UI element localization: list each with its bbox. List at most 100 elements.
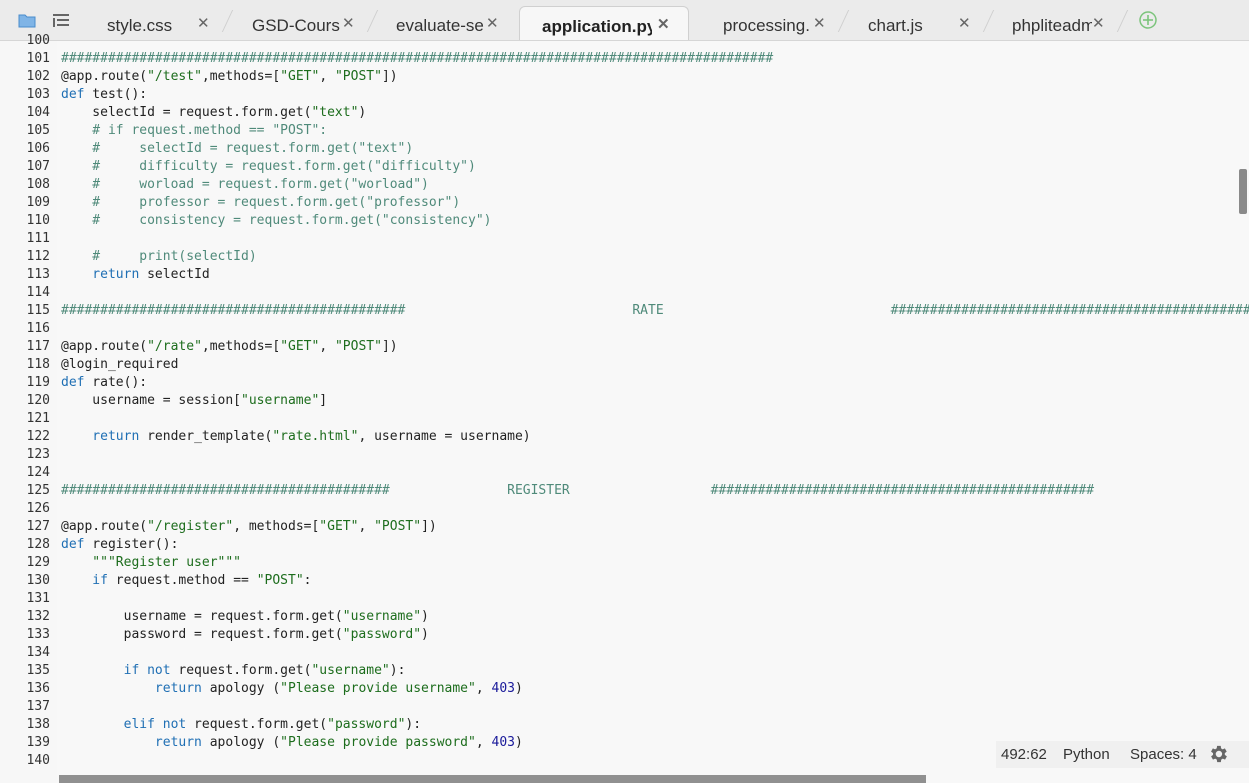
line-number: 104	[26, 105, 50, 120]
code-token: "text"	[311, 105, 359, 120]
line-number: 127	[26, 519, 50, 534]
vertical-scrollbar[interactable]	[1239, 169, 1247, 214]
code-line[interactable]	[61, 32, 1249, 50]
code-line[interactable]	[61, 464, 1249, 482]
code-line[interactable]	[61, 590, 1249, 608]
code-line[interactable]	[61, 284, 1249, 302]
code-token: request.method ==	[107, 573, 257, 588]
line-number: 102	[26, 69, 50, 84]
code-line[interactable]: @login_required	[61, 356, 1249, 374]
code-token: 403	[491, 681, 515, 696]
line-number: 132	[26, 609, 50, 624]
code-line[interactable]: if request.method == "POST":	[61, 572, 1249, 590]
code-token: (	[139, 69, 148, 84]
code-line[interactable]: return apology ("Please provide username…	[61, 680, 1249, 698]
code-token: ########################################…	[61, 303, 1249, 318]
line-number: 105	[26, 123, 50, 138]
line-number: 116	[26, 321, 50, 336]
line-number: 130	[26, 573, 50, 588]
code-token: ########################################…	[61, 51, 774, 66]
code-line[interactable]	[61, 230, 1249, 248]
line-number: 128	[26, 537, 50, 552]
code-line[interactable]: def test():	[61, 86, 1249, 104]
code-token: ])	[381, 69, 398, 84]
code-token: username = request.form.get(	[61, 609, 343, 624]
line-number: 103	[26, 87, 50, 102]
code-line[interactable]	[61, 446, 1249, 464]
code-line[interactable]: # professor = request.form.get("professo…	[61, 194, 1249, 212]
add-tab-icon[interactable]	[1139, 11, 1157, 29]
code-line[interactable]: # worload = request.form.get("worload")	[61, 176, 1249, 194]
line-number: 138	[26, 717, 50, 732]
code-token: "username"	[342, 609, 422, 624]
code-line[interactable]	[61, 644, 1249, 662]
line-number: 135	[26, 663, 50, 678]
line-number: 120	[26, 393, 50, 408]
code-line[interactable]: # consistency = request.form.get("consis…	[61, 212, 1249, 230]
code-line[interactable]: # print(selectId)	[61, 248, 1249, 266]
line-number: 112	[26, 249, 50, 264]
code-line[interactable]	[61, 320, 1249, 338]
close-icon[interactable]: ✕	[813, 14, 826, 32]
close-icon[interactable]: ✕	[486, 14, 499, 32]
code-line[interactable]: ########################################…	[61, 50, 1249, 68]
code-token: "rate.html"	[272, 429, 359, 444]
code-token: return	[61, 429, 140, 444]
code-line[interactable]	[61, 410, 1249, 428]
gear-icon[interactable]	[1207, 743, 1229, 765]
code-token: # worload = request.form.get("worload")	[61, 177, 429, 192]
code-line[interactable]: return render_template("rate.html", user…	[61, 428, 1249, 446]
code-token: ):	[405, 717, 422, 732]
code-token: ])	[381, 339, 398, 354]
code-editor[interactable]: ########################################…	[57, 41, 1249, 783]
code-token: elif not	[61, 717, 187, 732]
line-number: 122	[26, 429, 50, 444]
code-line[interactable]	[61, 698, 1249, 716]
close-icon[interactable]: ✕	[197, 14, 210, 32]
code-line[interactable]: @app.route("/register", methods=["GET", …	[61, 518, 1249, 536]
code-token: )	[421, 609, 429, 624]
code-token: ,	[319, 339, 335, 354]
folder-icon[interactable]	[18, 12, 36, 28]
code-token: "GET"	[319, 519, 359, 534]
code-line[interactable]: elif not request.form.get("password"):	[61, 716, 1249, 734]
code-line[interactable]: return selectId	[61, 266, 1249, 284]
close-icon[interactable]: ✕	[342, 14, 355, 32]
code-line[interactable]: def register():	[61, 536, 1249, 554]
code-token: "password"	[327, 717, 406, 732]
code-line[interactable]: # if request.method == "POST":	[61, 122, 1249, 140]
file-list-icon[interactable]	[52, 12, 70, 28]
code-token: ########################################…	[61, 483, 1095, 498]
cursor-position[interactable]: 492:62	[1001, 746, 1047, 763]
line-number: 125	[26, 483, 50, 498]
code-line[interactable]: def rate():	[61, 374, 1249, 392]
code-line[interactable]: username = session["username"]	[61, 392, 1249, 410]
code-token: ])	[421, 519, 437, 534]
code-line[interactable]: # selectId = request.form.get("text")	[61, 140, 1249, 158]
code-line[interactable]: if not request.form.get("username"):	[61, 662, 1249, 680]
code-line[interactable]: selectId = request.form.get("text")	[61, 104, 1249, 122]
code-token: password = request.form.get(	[61, 627, 343, 642]
code-line[interactable]: @app.route("/test",methods=["GET", "POST…	[61, 68, 1249, 86]
code-line[interactable]: """Register user"""	[61, 554, 1249, 572]
code-token: ,	[475, 735, 492, 750]
code-token: ]	[319, 393, 328, 408]
code-line[interactable]: password = request.form.get("password")	[61, 626, 1249, 644]
indentation-setting[interactable]: Spaces: 4	[1130, 746, 1197, 763]
close-icon[interactable]: ✕	[1092, 14, 1105, 32]
language-mode[interactable]: Python	[1063, 746, 1110, 763]
code-line[interactable]: ########################################…	[61, 302, 1249, 320]
line-number: 108	[26, 177, 50, 192]
close-icon[interactable]: ✕	[657, 15, 670, 33]
code-line[interactable]: ########################################…	[61, 482, 1249, 500]
code-line[interactable]: username = request.form.get("username")	[61, 608, 1249, 626]
code-line[interactable]	[61, 500, 1249, 518]
code-line[interactable]: # difficulty = request.form.get("difficu…	[61, 158, 1249, 176]
line-number: 126	[26, 501, 50, 516]
horizontal-scrollbar[interactable]	[59, 775, 926, 783]
close-icon[interactable]: ✕	[958, 14, 971, 32]
line-number: 137	[26, 699, 50, 714]
code-token: )	[514, 681, 523, 696]
code-token: request.form.get(	[170, 663, 312, 678]
code-line[interactable]: @app.route("/rate",methods=["GET", "POST…	[61, 338, 1249, 356]
